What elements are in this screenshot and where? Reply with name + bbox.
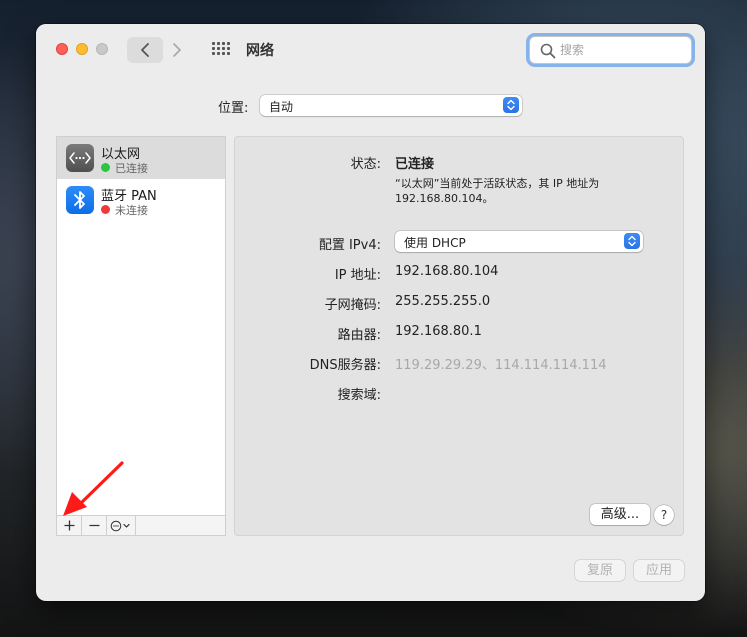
location-select[interactable]: 自动 [260,95,522,116]
close-window-button[interactable] [56,43,68,55]
show-all-grid-icon[interactable] [212,42,230,56]
red-annotation-arrow-icon [63,461,124,516]
advanced-button[interactable]: 高级... [590,504,650,525]
zoom-window-button[interactable] [96,43,108,55]
status-label: 状态: [350,157,381,172]
configure-ipv4-label: 配置 IPv4: [318,238,381,253]
service-item-bluetooth-pan[interactable]: 蓝牙 PAN 未连接 [57,179,225,221]
search-input[interactable] [560,41,685,59]
ip-address-label: IP 地址: [334,268,381,283]
up-down-stepper-icon [624,233,640,249]
subnet-mask-label: 子网掩码: [324,298,381,313]
forward-button[interactable] [162,37,192,63]
back-button[interactable] [127,37,163,63]
service-item-ethernet[interactable]: 以太网 已连接 [57,137,225,179]
configure-ipv4-select[interactable]: 使用 DHCP [395,231,643,252]
service-list[interactable]: 以太网 已连接 蓝牙 PAN 未连接 [56,136,226,516]
configure-ipv4-value: 使用 DHCP [404,236,466,250]
status-dot-green [101,163,110,172]
dns-server-label: DNS服务器: [309,358,381,373]
service-status-text: 已连接 [115,162,148,175]
bluetooth-icon [66,186,94,214]
title-bar: 网络 [36,24,705,74]
status-dot-red [101,205,110,214]
search-domains-label: 搜索域: [337,388,381,403]
network-preferences-window: 网络 位置: 自动 [36,24,705,601]
dns-server-value: 119.29.29.29、114.114.114.114 [395,358,607,373]
window-title: 网络 [246,43,274,59]
location-value: 自动 [269,100,294,114]
router-label: 路由器: [337,328,381,343]
ethernet-icon [66,144,94,172]
subnet-mask-value: 255.255.255.0 [395,294,491,309]
minimize-window-button[interactable] [76,43,88,55]
chevron-right-icon [173,43,181,57]
revert-button[interactable]: 复原 [575,560,625,581]
up-down-stepper-icon [503,97,519,113]
router-value: 192.168.80.1 [395,324,482,339]
status-description: “以太网”当前处于活跃状态，其 IP 地址为 192.168.80.104。 [395,177,600,205]
apply-button[interactable]: 应用 [634,560,684,581]
service-detail-panel: 状态: 已连接 “以太网”当前处于活跃状态，其 IP 地址为 192.168.8… [234,136,684,536]
help-button[interactable]: ? [654,505,674,525]
status-value: 已连接 [395,157,435,172]
service-status-text: 未连接 [115,204,148,217]
ip-address-value: 192.168.80.104 [395,264,499,279]
chevron-left-icon [141,43,149,57]
location-label: 位置: [218,101,249,116]
search-field[interactable] [529,36,692,64]
search-icon [540,43,556,59]
